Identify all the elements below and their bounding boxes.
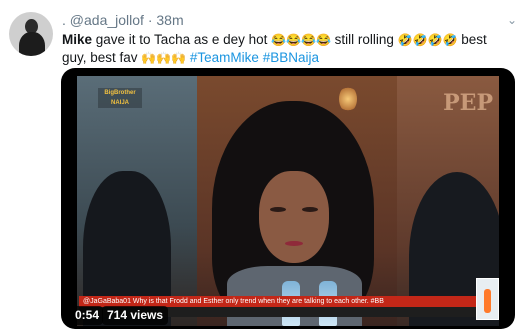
eye-left [270, 207, 286, 212]
show-logo: BigBrother NAIJA [98, 88, 142, 108]
raised-hands-emoji: 🙌🙌🙌 [141, 51, 187, 65]
video-frame[interactable]: BigBrother NAIJA PEP @JaGaBaba01 Why is … [77, 76, 499, 326]
avatar-body [19, 32, 45, 56]
lamp [339, 86, 357, 112]
hashtag-teammike[interactable]: #TeamMike [190, 50, 259, 65]
hashtag-bbnaija[interactable]: #BBNaija [263, 50, 319, 65]
tweet-header: . @ada_jollof · 38m ⌄ [62, 11, 517, 29]
mention[interactable]: Mike [62, 32, 92, 47]
pip-ad [476, 278, 499, 320]
timestamp[interactable]: 38m [156, 12, 183, 28]
person-face [259, 171, 329, 263]
view-count: 714 views [102, 306, 169, 325]
tweet-text: Mike gave it to Tacha as e dey hot 😂😂😂😂 … [62, 31, 514, 67]
sponsor-watermark: PEP [443, 90, 493, 116]
laughing-emoji: 😂😂😂😂 [271, 33, 331, 47]
text-part-2: still rolling [330, 32, 398, 47]
dot-icon: . [62, 12, 66, 28]
chevron-down-icon[interactable]: ⌄ [507, 11, 517, 29]
text-part-1: gave it to Tacha as e dey hot [92, 32, 272, 47]
user-handle[interactable]: @ada_jollof [70, 12, 144, 28]
pip-figure [484, 289, 491, 313]
eye-right [302, 207, 318, 212]
mouth [285, 241, 303, 246]
rolling-emoji: 🤣🤣🤣🤣 [397, 33, 458, 47]
video-duration: 0:54 [71, 306, 104, 325]
video-player[interactable]: BigBrother NAIJA PEP @JaGaBaba01 Why is … [61, 68, 515, 329]
avatar[interactable] [9, 12, 53, 56]
